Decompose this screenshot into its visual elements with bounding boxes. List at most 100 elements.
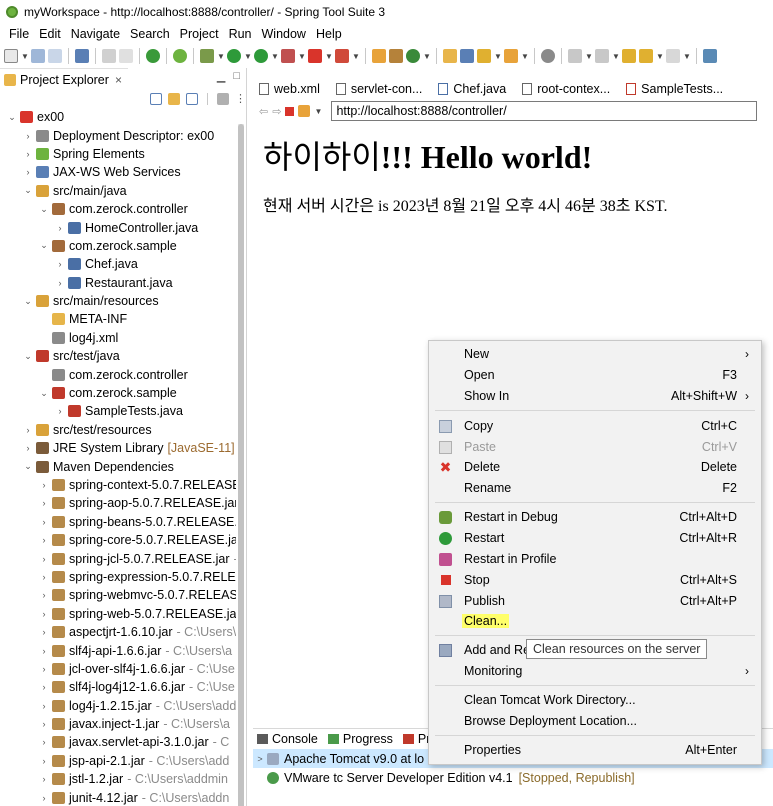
menu-item-publish[interactable]: Publish Ctrl+Alt+P — [429, 591, 761, 611]
tree-item[interactable]: › HomeController.java — [0, 218, 236, 236]
chevron-right-icon[interactable]: › — [38, 590, 50, 600]
stop-icon[interactable] — [285, 106, 295, 116]
tree-item[interactable]: ⌄ src/main/java — [0, 182, 236, 200]
tab-sample-tests[interactable]: SampleTests... — [620, 78, 733, 100]
tree-item[interactable]: › SampleTests.java — [0, 402, 236, 420]
open-folder-icon[interactable] — [504, 49, 518, 63]
server-row-tc-server[interactable]: VMware tc Server Developer Edition v4.1 … — [253, 768, 773, 787]
tree-item[interactable]: ›spring-aop-5.0.7.RELEASE.jar- — [0, 494, 237, 512]
chevron-down-icon[interactable]: ⌄ — [38, 240, 50, 251]
chevron-right-icon[interactable]: › — [38, 572, 50, 582]
forward-icon[interactable] — [666, 49, 680, 63]
menu-project[interactable]: Project — [175, 27, 224, 41]
menu-help[interactable]: Help — [311, 27, 347, 41]
tree-item[interactable]: › spring-beans-5.0.7.RELEASE.jar — [0, 513, 237, 531]
menu-item-restart[interactable]: Restart Ctrl+Alt+R — [429, 528, 761, 548]
tree-item[interactable]: › jsp-api-2.1.jar - C:\Users\add — [0, 752, 236, 770]
chevron-down-icon[interactable]: ⌄ — [22, 461, 34, 472]
menu-item-browse-deployment[interactable]: Browse Deployment Location... — [429, 711, 761, 731]
chevron-down-icon[interactable]: ⌄ — [6, 112, 18, 123]
chevron-right-icon[interactable]: › — [38, 517, 50, 527]
menu-navigate[interactable]: Navigate — [66, 27, 125, 41]
globe-icon[interactable] — [541, 49, 555, 63]
chevron-down-icon[interactable]: ⌄ — [22, 185, 34, 196]
chevron-right-icon[interactable]: > — [253, 754, 267, 764]
menu-item-clean-tomcat-work[interactable]: Clean Tomcat Work Directory... — [429, 690, 761, 710]
chevron-down-icon[interactable]: ▼ — [521, 52, 529, 61]
explorer-scrollbar[interactable] — [238, 124, 244, 806]
chevron-right-icon[interactable]: › — [54, 406, 66, 416]
tree-item[interactable]: ⌄ ex00 — [0, 108, 236, 126]
chevron-right-icon[interactable]: › — [38, 701, 50, 711]
menu-item-rename[interactable]: Rename F2 — [429, 478, 761, 498]
last-edit-icon[interactable] — [622, 49, 636, 63]
menu-item-stop[interactable]: Stop Ctrl+Alt+S — [429, 570, 761, 590]
tree-item[interactable]: ›spring-core-5.0.7.RELEASE.jar- — [0, 531, 237, 549]
tree-item[interactable]: › javax.inject-1.jar - C:\Users\a — [0, 715, 236, 733]
tree-item[interactable]: › spring-context-5.0.7.RELEASE.ja — [0, 476, 237, 494]
new-package-icon[interactable] — [389, 49, 403, 63]
menu-item-show-in[interactable]: Show In Alt+Shift+W › — [429, 386, 761, 406]
chevron-down-icon[interactable]: ⌄ — [38, 388, 50, 399]
debug-icon[interactable] — [200, 49, 214, 63]
minimize-icon[interactable]: ▁ — [217, 70, 225, 83]
chevron-down-icon[interactable]: ▼ — [325, 52, 333, 61]
url-input[interactable]: http://localhost:8888/controller/ — [331, 101, 758, 121]
tree-item[interactable]: ⌄ com.zerock.sample — [0, 384, 236, 402]
terminate-icon[interactable] — [335, 49, 349, 63]
scrollbar-thumb[interactable] — [238, 124, 244, 806]
chevron-right-icon[interactable]: › — [54, 259, 66, 269]
chevron-down-icon[interactable]: ⌄ — [22, 296, 34, 307]
refresh-icon[interactable] — [298, 105, 311, 117]
open-type-icon[interactable] — [443, 49, 457, 63]
menu-item-restart-profile[interactable]: Restart in Profile — [429, 549, 761, 569]
chevron-down-icon[interactable]: ▼ — [352, 52, 360, 61]
menu-edit[interactable]: Edit — [34, 27, 66, 41]
tree-item[interactable]: ⌄ src/test/java — [0, 347, 236, 365]
chevron-right-icon[interactable]: › — [38, 682, 50, 692]
chevron-right-icon[interactable]: › — [38, 793, 50, 803]
menu-item-delete[interactable]: ✖ Delete Delete — [429, 457, 761, 477]
chevron-right-icon[interactable]: › — [38, 609, 50, 619]
tree-item[interactable]: › jstl-1.2.jar - C:\Users\addmin — [0, 770, 236, 788]
tree-item[interactable]: › slf4j-log4j12-1.6.6.jar - C:\Use — [0, 678, 236, 696]
chevron-down-icon[interactable]: ⌄ — [22, 351, 34, 362]
tree-item[interactable]: META-INF — [0, 310, 236, 328]
menu-window[interactable]: Window — [257, 27, 311, 41]
open-task-icon[interactable] — [460, 49, 474, 63]
menu-file[interactable]: File — [4, 27, 34, 41]
tree-item[interactable]: › junit-4.12.jar - C:\Users\addn — [0, 788, 236, 806]
chevron-right-icon[interactable]: › — [38, 535, 50, 545]
tree-item[interactable]: › javax.servlet-api-3.1.0.jar - C — [0, 733, 236, 751]
stop-icon[interactable] — [308, 49, 322, 63]
tab-web-xml[interactable]: web.xml — [253, 78, 330, 100]
menu-search[interactable]: Search — [125, 27, 175, 41]
chevron-right-icon[interactable]: › — [38, 737, 50, 747]
chevron-down-icon[interactable]: ▼ — [314, 107, 322, 116]
tree-item[interactable]: › spring-expression-5.0.7.RELEAS — [0, 568, 237, 586]
search-icon[interactable] — [477, 49, 491, 63]
menu-item-new[interactable]: New › — [429, 344, 761, 364]
skip-breakpoints-icon[interactable] — [102, 49, 116, 63]
tree-item[interactable]: › Chef.java — [0, 255, 236, 273]
tab-servlet-context[interactable]: servlet-con... — [330, 78, 433, 100]
tree-item[interactable]: › Deployment Descriptor: ex00 — [0, 126, 236, 144]
collapse-all-icon[interactable] — [150, 92, 162, 105]
tree-item[interactable]: › spring-jcl-5.0.7.RELEASE.jar- C — [0, 549, 237, 567]
menu-item-open[interactable]: Open F3 — [429, 365, 761, 385]
chevron-down-icon[interactable]: ▼ — [21, 52, 29, 61]
tree-item[interactable]: › aspectjrt-1.6.10.jar - C:\Users\ — [0, 623, 237, 641]
chevron-right-icon[interactable]: › — [22, 149, 34, 159]
tree-item[interactable]: › JRE System Library [JavaSE-11] — [0, 439, 236, 457]
chevron-down-icon[interactable]: ▼ — [656, 52, 664, 61]
boot-dashboard-icon[interactable] — [146, 49, 160, 63]
run-last-icon[interactable] — [254, 49, 268, 63]
chevron-down-icon[interactable]: ▼ — [612, 52, 620, 61]
save-all-icon[interactable] — [48, 49, 62, 63]
chevron-down-icon[interactable]: ▼ — [244, 52, 252, 61]
menu-item-copy[interactable]: Copy Ctrl+C — [429, 416, 761, 436]
chevron-down-icon[interactable]: ▼ — [423, 52, 431, 61]
tree-item[interactable]: › Spring Elements — [0, 145, 236, 163]
chevron-down-icon[interactable]: ▼ — [683, 52, 691, 61]
perspective-icon[interactable] — [703, 49, 717, 63]
